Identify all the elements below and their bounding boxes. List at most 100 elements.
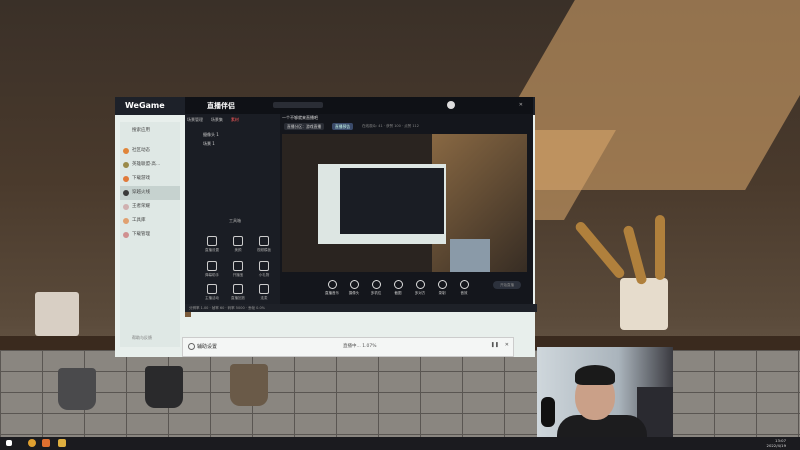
close-icon[interactable]: ✕ <box>505 342 509 348</box>
spoon <box>622 224 648 286</box>
tool-icon <box>207 261 217 271</box>
stream-preview <box>282 134 527 272</box>
sound-icon <box>459 280 469 289</box>
pause-icon[interactable]: ❚❚ <box>491 342 499 348</box>
sidebar-search[interactable]: 搜索应用 <box>120 124 180 138</box>
webcam-overlay <box>537 347 673 440</box>
scene-list: 摄像头 1 场景 1 <box>185 130 280 148</box>
stream-title[interactable]: 一个不够就来直播吧 <box>282 115 318 121</box>
pk-icon <box>415 280 425 289</box>
live-settings-bar: 辅助设置 直播中... 1.07% ❚❚ ✕ <box>182 337 514 357</box>
scene-item[interactable]: 场景 1 <box>185 139 280 148</box>
tools-icon <box>123 218 129 224</box>
camera-button[interactable]: 摄像头 <box>342 280 366 296</box>
mug <box>230 364 268 406</box>
sidebar-item-label: 下载游戏 <box>132 176 150 181</box>
sidebar-item-label: 英雄联盟·高... <box>132 162 161 167</box>
sidebar-item-label: 王者荣耀 <box>132 204 150 209</box>
preview-pill[interactable]: 直播预告 <box>332 123 354 130</box>
tool-button[interactable]: 开播宝 <box>227 261 249 278</box>
chrome-icon[interactable] <box>28 439 36 447</box>
tool-icon <box>259 261 269 271</box>
community-icon <box>123 148 129 154</box>
folder-icon[interactable] <box>58 439 66 447</box>
category-pill[interactable]: 直播分区：游戏直播 <box>284 123 325 130</box>
search-input[interactable]: 搜索应用 <box>132 128 150 133</box>
tool-button[interactable]: 直播回放 <box>227 284 249 301</box>
tab-material[interactable]: 素材 <box>231 117 239 123</box>
tool-icon <box>233 236 243 246</box>
app-logo: 直播伴侣 <box>207 102 235 110</box>
screenshot-button[interactable]: 截图 <box>386 280 410 296</box>
live-settings-label[interactable]: 辅助设置 <box>197 343 217 350</box>
sidebar-item-label: 工具库 <box>132 218 146 223</box>
scene-tabs: 场景管理 场景集 素材 <box>187 116 277 124</box>
title-search-input[interactable] <box>273 102 323 108</box>
button-label: 多对方 <box>414 291 426 295</box>
screenshot-icon <box>393 280 403 289</box>
taskbar-clock[interactable]: 13:07 2022/4/19 <box>767 438 786 448</box>
jar <box>35 292 79 336</box>
tool-button[interactable]: 弹幕助手 <box>201 261 223 278</box>
download-icon <box>123 176 129 182</box>
tool-label: 弹幕助手 <box>205 273 219 277</box>
help-link[interactable]: 帮助与反馈 <box>132 335 152 341</box>
multicam-button[interactable]: 多机位 <box>364 280 388 296</box>
record-icon <box>437 280 447 289</box>
tool-icon <box>207 236 217 246</box>
tool-button[interactable]: 连麦 <box>253 284 275 301</box>
stream-titlebar: 直播伴侣 ✕ <box>185 97 533 114</box>
scene-item[interactable]: 摄像头 1 <box>185 130 280 139</box>
button-label: 摄像头 <box>348 291 360 295</box>
sidebar-item-honor[interactable]: 王者荣耀 <box>120 200 180 214</box>
record-button[interactable]: 录制 <box>430 280 454 296</box>
preview-webcam <box>450 239 490 272</box>
tool-button[interactable]: 小礼物 <box>253 261 275 278</box>
camera-icon <box>349 280 359 289</box>
sidebar-item-community[interactable]: 社区动态 <box>120 144 180 158</box>
sidebar-item-downloads[interactable]: 下载管理 <box>120 228 180 242</box>
button-label: 直播音乐 <box>325 291 339 295</box>
toolbox-title: 工具箱 <box>229 218 241 223</box>
button-label: 音效 <box>460 291 468 295</box>
go-live-button[interactable]: 开始直播 <box>493 281 521 289</box>
music-button[interactable]: 直播音乐 <box>320 280 344 296</box>
avatar[interactable] <box>447 101 455 109</box>
mug <box>58 368 96 410</box>
stream-bottom-toolbar: 直播音乐 摄像头 多机位 截图 多对方 录制 音效 开始直播 <box>282 276 527 298</box>
microphone <box>541 397 555 427</box>
sidebar-item-download[interactable]: 下载游戏 <box>120 172 180 186</box>
settings-icon <box>188 343 195 350</box>
tool-button[interactable]: 美颜 <box>227 236 249 253</box>
tile-wall <box>0 350 800 440</box>
tool-icon <box>233 284 243 294</box>
sidebar-item-label: 下载管理 <box>132 232 150 237</box>
spatula <box>573 219 627 281</box>
wegame-sidebar: 搜索应用 社区动态 英雄联盟·高... 下载游戏 穿越火线 王者荣耀 工具库 下… <box>120 122 180 347</box>
nested-stream-app <box>340 168 444 234</box>
button-label: 截图 <box>394 291 402 295</box>
multicam-icon <box>371 280 381 289</box>
stream-topbar: 一个不够就来直播吧 直播分区：游戏直播 直播预告 在线观众: 41 · 获赞 1… <box>282 115 527 132</box>
tab-scene-set[interactable]: 场景集 <box>211 117 223 123</box>
tool-label: 直播设置 <box>205 248 219 252</box>
windows-start-icon[interactable] <box>6 440 12 446</box>
sound-button[interactable]: 音效 <box>452 280 476 296</box>
tool-button[interactable]: 视频模板 <box>253 236 275 253</box>
tool-label: 小礼物 <box>258 273 270 277</box>
close-icon[interactable]: ✕ <box>519 102 523 108</box>
sidebar-item-lol[interactable]: 英雄联盟·高... <box>120 158 180 172</box>
pk-button[interactable]: 多对方 <box>408 280 432 296</box>
music-icon <box>327 280 337 289</box>
stream-status-bar: 分辨率 1.00 · 帧率 60 · 码率 5000 · 丢帧 0.0% <box>185 304 537 312</box>
sidebar-item-tools[interactable]: 工具库 <box>120 214 180 228</box>
sidebar-item-cf[interactable]: 穿越火线 <box>120 186 180 200</box>
tool-label: 直播回放 <box>231 296 245 300</box>
button-label: 录制 <box>438 291 446 295</box>
utensil-pot <box>620 278 668 330</box>
app-icon[interactable] <box>42 439 50 447</box>
tool-button[interactable]: 直播设置 <box>201 236 223 253</box>
tool-label: 连麦 <box>260 296 268 300</box>
tab-scene-manage[interactable]: 场景管理 <box>187 117 203 123</box>
tool-button[interactable]: 主播活动 <box>201 284 223 301</box>
